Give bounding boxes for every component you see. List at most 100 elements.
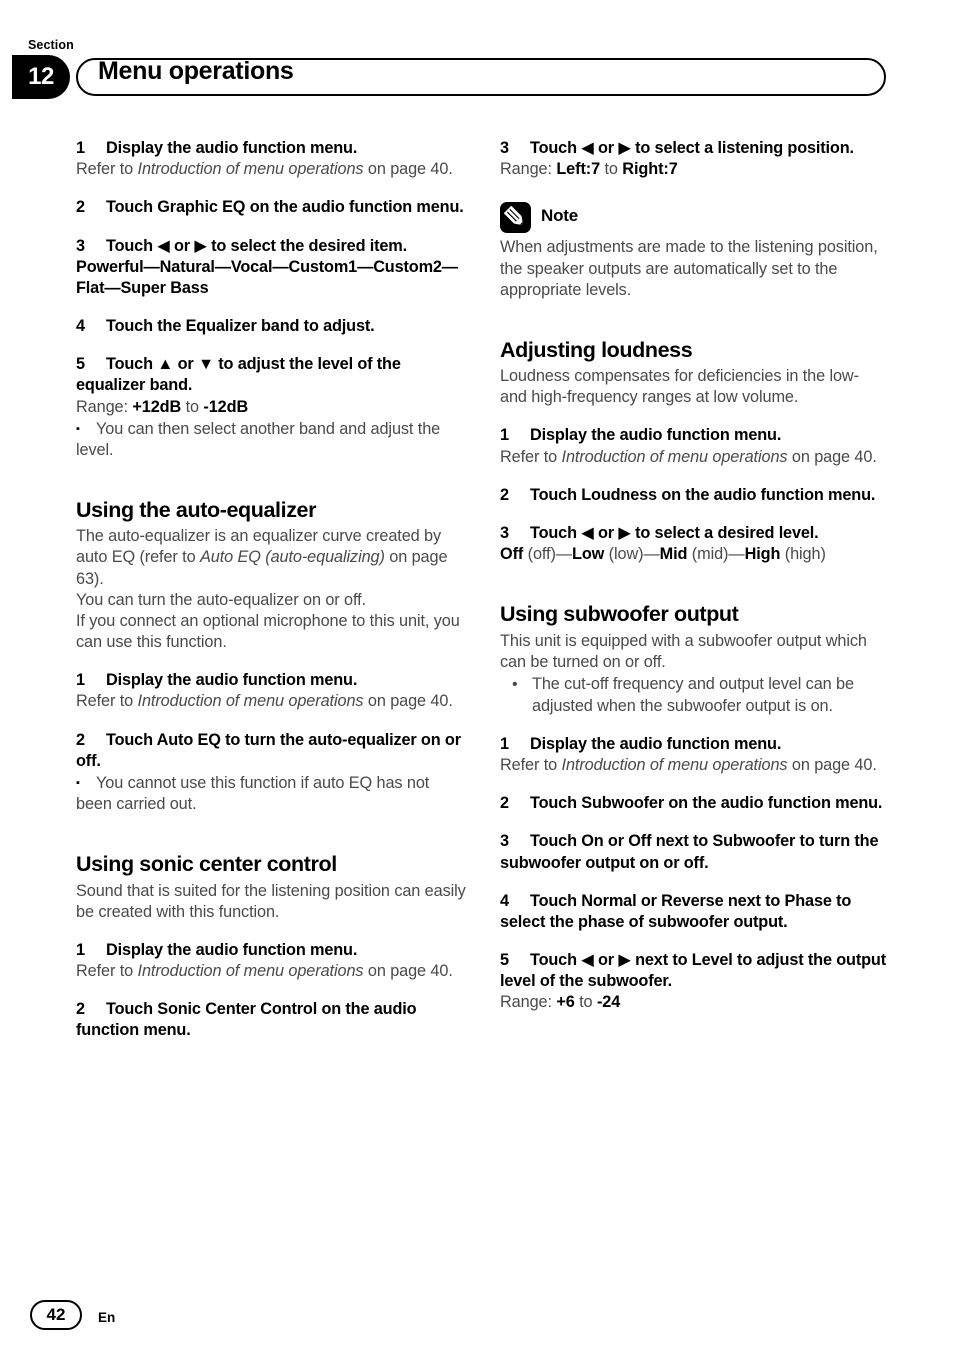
reference-note: Refer to Introduction of menu operations… <box>76 961 466 982</box>
step-item: 1 Display the audio function menu. <box>500 734 890 755</box>
refer-suffix: on page 40. <box>787 447 877 466</box>
section-heading: Adjusting loudness <box>500 337 693 362</box>
square-bullet-icon: ▪ <box>76 777 80 789</box>
body-paragraph: Sound that is suited for the listening p… <box>76 881 466 921</box>
option-desc: (low)— <box>604 545 660 564</box>
section-heading: Using subwoofer output <box>500 602 739 627</box>
step-number: 5 <box>500 951 509 970</box>
note-header: Note <box>500 202 890 234</box>
step-item: 2 Touch Graphic EQ on the audio function … <box>76 197 466 218</box>
step-text: Touch ◀ or ▶ next to Level to adjust the… <box>500 951 886 991</box>
option-desc: (high) <box>780 545 826 564</box>
step-number: 4 <box>76 317 85 336</box>
step-number: 1 <box>76 671 85 690</box>
step-number: 3 <box>500 832 509 851</box>
step-text: Display the audio function menu. <box>530 426 782 445</box>
step-options: Powerful—Natural—Vocal—Custom1—Custom2—F… <box>76 257 458 297</box>
range-max: Right:7 <box>622 160 678 179</box>
bullet-item: ▪ You can then select another band and ad… <box>76 419 466 461</box>
step-item: 4 Touch the Equalizer band to adjust. <box>76 316 466 337</box>
step-number: 2 <box>500 485 509 504</box>
range-label: Range: <box>76 397 133 416</box>
step-item: 3 Touch ◀ or ▶ to select the desired item… <box>76 236 466 257</box>
reference-note: Refer to Introduction of menu operations… <box>500 755 890 776</box>
body-paragraph: This unit is equipped with a subwoofer o… <box>500 631 867 671</box>
step-item: 1 Display the audio function menu. <box>76 670 466 691</box>
refer-suffix: on page 40. <box>363 962 453 981</box>
step-number: 3 <box>76 236 85 255</box>
body-paragraph: The auto-equalizer is an equalizer curve… <box>76 526 466 590</box>
range-label: Range: <box>500 160 557 179</box>
step-item: 2 Touch Auto EQ to turn the auto-equalize… <box>76 730 466 772</box>
step-item: 2 Touch Sonic Center Control on the audio… <box>76 999 466 1041</box>
step-number: 2 <box>76 198 85 217</box>
refer-suffix: on page 40. <box>787 755 877 774</box>
section-number: 12 <box>28 63 54 90</box>
step-text: Touch ▲ or ▼ to adjust the level of the … <box>76 355 401 395</box>
section-heading: Using the auto-equalizer <box>76 498 317 523</box>
step-item: 5 Touch ◀ or ▶ next to Level to adjust th… <box>500 950 890 992</box>
option-desc: (off)— <box>523 545 572 564</box>
section-number-tab: 12 <box>12 55 70 99</box>
step-text: Touch Sonic Center Control on the audio … <box>76 1000 417 1040</box>
section-heading: Using sonic center control <box>76 852 337 877</box>
step-number: 1 <box>500 734 509 753</box>
refer-title: Introduction of menu operations <box>561 755 788 774</box>
option-list: Off (off)—Low (low)—Mid (mid)—High (high… <box>500 544 890 565</box>
step-text: Touch On or Off next to Subwoofer to tur… <box>500 832 879 872</box>
page-header: Section 12 Menu operations <box>0 0 954 112</box>
step-item: 1 Display the audio function menu. <box>500 425 890 446</box>
range-separator: to <box>181 397 204 416</box>
range-separator: to <box>574 993 597 1012</box>
reference-note: Refer to Introduction of menu operations… <box>500 447 890 468</box>
note-body: When adjustments are made to the listeni… <box>500 238 878 299</box>
step-text: Touch Loudness on the audio function men… <box>530 485 876 504</box>
step-number: 3 <box>500 523 509 542</box>
step-text: Touch the Equalizer band to adjust. <box>106 317 375 336</box>
step-number: 4 <box>500 891 509 910</box>
refer-prefix: Refer to <box>76 692 138 711</box>
range-separator: to <box>600 160 623 179</box>
refer-title: Introduction of menu operations <box>137 692 364 711</box>
step-item: 4 Touch Normal or Reverse next to Phase t… <box>500 891 890 933</box>
step-text: Touch Graphic EQ on the audio function m… <box>106 198 464 217</box>
step-item: 3 Touch ◀ or ▶ to select a listening posi… <box>500 138 890 159</box>
step-number: 2 <box>76 1000 85 1019</box>
refer-suffix: on page 40. <box>363 160 453 179</box>
range-line: Range: +12dB to -12dB <box>76 397 466 418</box>
step-text: Touch ◀ or ▶ to select a desired level. <box>530 523 819 542</box>
option-value: Low <box>571 545 605 564</box>
step-text: Touch Auto EQ to turn the auto-equalizer… <box>76 730 461 770</box>
note-label: Note <box>541 206 578 226</box>
step-item: 5 Touch ▲ or ▼ to adjust the level of the… <box>76 354 466 396</box>
range-label: Range: <box>500 993 557 1012</box>
step-number: 5 <box>76 355 85 374</box>
bullet-text: You can then select another band and adj… <box>76 419 441 459</box>
refer-suffix: on page 40. <box>363 692 453 711</box>
step-item: 2 Touch Loudness on the audio function me… <box>500 485 890 506</box>
range-min: +6 <box>556 993 575 1012</box>
section-label: Section <box>28 38 74 52</box>
step-number: 1 <box>76 940 85 959</box>
step-text: Display the audio function menu. <box>106 671 358 690</box>
body-paragraph: If you connect an optional microphone to… <box>76 611 460 652</box>
step-text: Touch Subwoofer on the audio function me… <box>530 794 883 813</box>
range-min: Left:7 <box>556 160 601 179</box>
bullet-item: ▪ You cannot use this function if auto EQ… <box>76 773 466 815</box>
reference-note: Refer to Introduction of menu operations… <box>76 691 466 712</box>
body-paragraph: You can turn the auto-equalizer on or of… <box>76 590 366 609</box>
bullet-text: The cut-off frequency and output level c… <box>532 674 854 715</box>
round-bullet-icon: • <box>512 675 518 693</box>
step-number: 1 <box>500 426 509 445</box>
option-desc: (mid)— <box>687 545 745 564</box>
option-value: High <box>744 545 781 564</box>
option-value: Off <box>500 545 524 564</box>
step-item: 2 Touch Subwoofer on the audio function m… <box>500 793 890 814</box>
bullet-text: You cannot use this function if auto EQ … <box>76 774 430 814</box>
range-max: -24 <box>596 993 621 1012</box>
step-text: Touch Normal or Reverse next to Phase to… <box>500 891 852 931</box>
range-min: +12dB <box>132 397 182 416</box>
step-item: 3 Touch On or Off next to Subwoofer to tu… <box>500 831 890 873</box>
step-number: 1 <box>76 139 85 157</box>
language-code: En <box>98 1310 116 1325</box>
